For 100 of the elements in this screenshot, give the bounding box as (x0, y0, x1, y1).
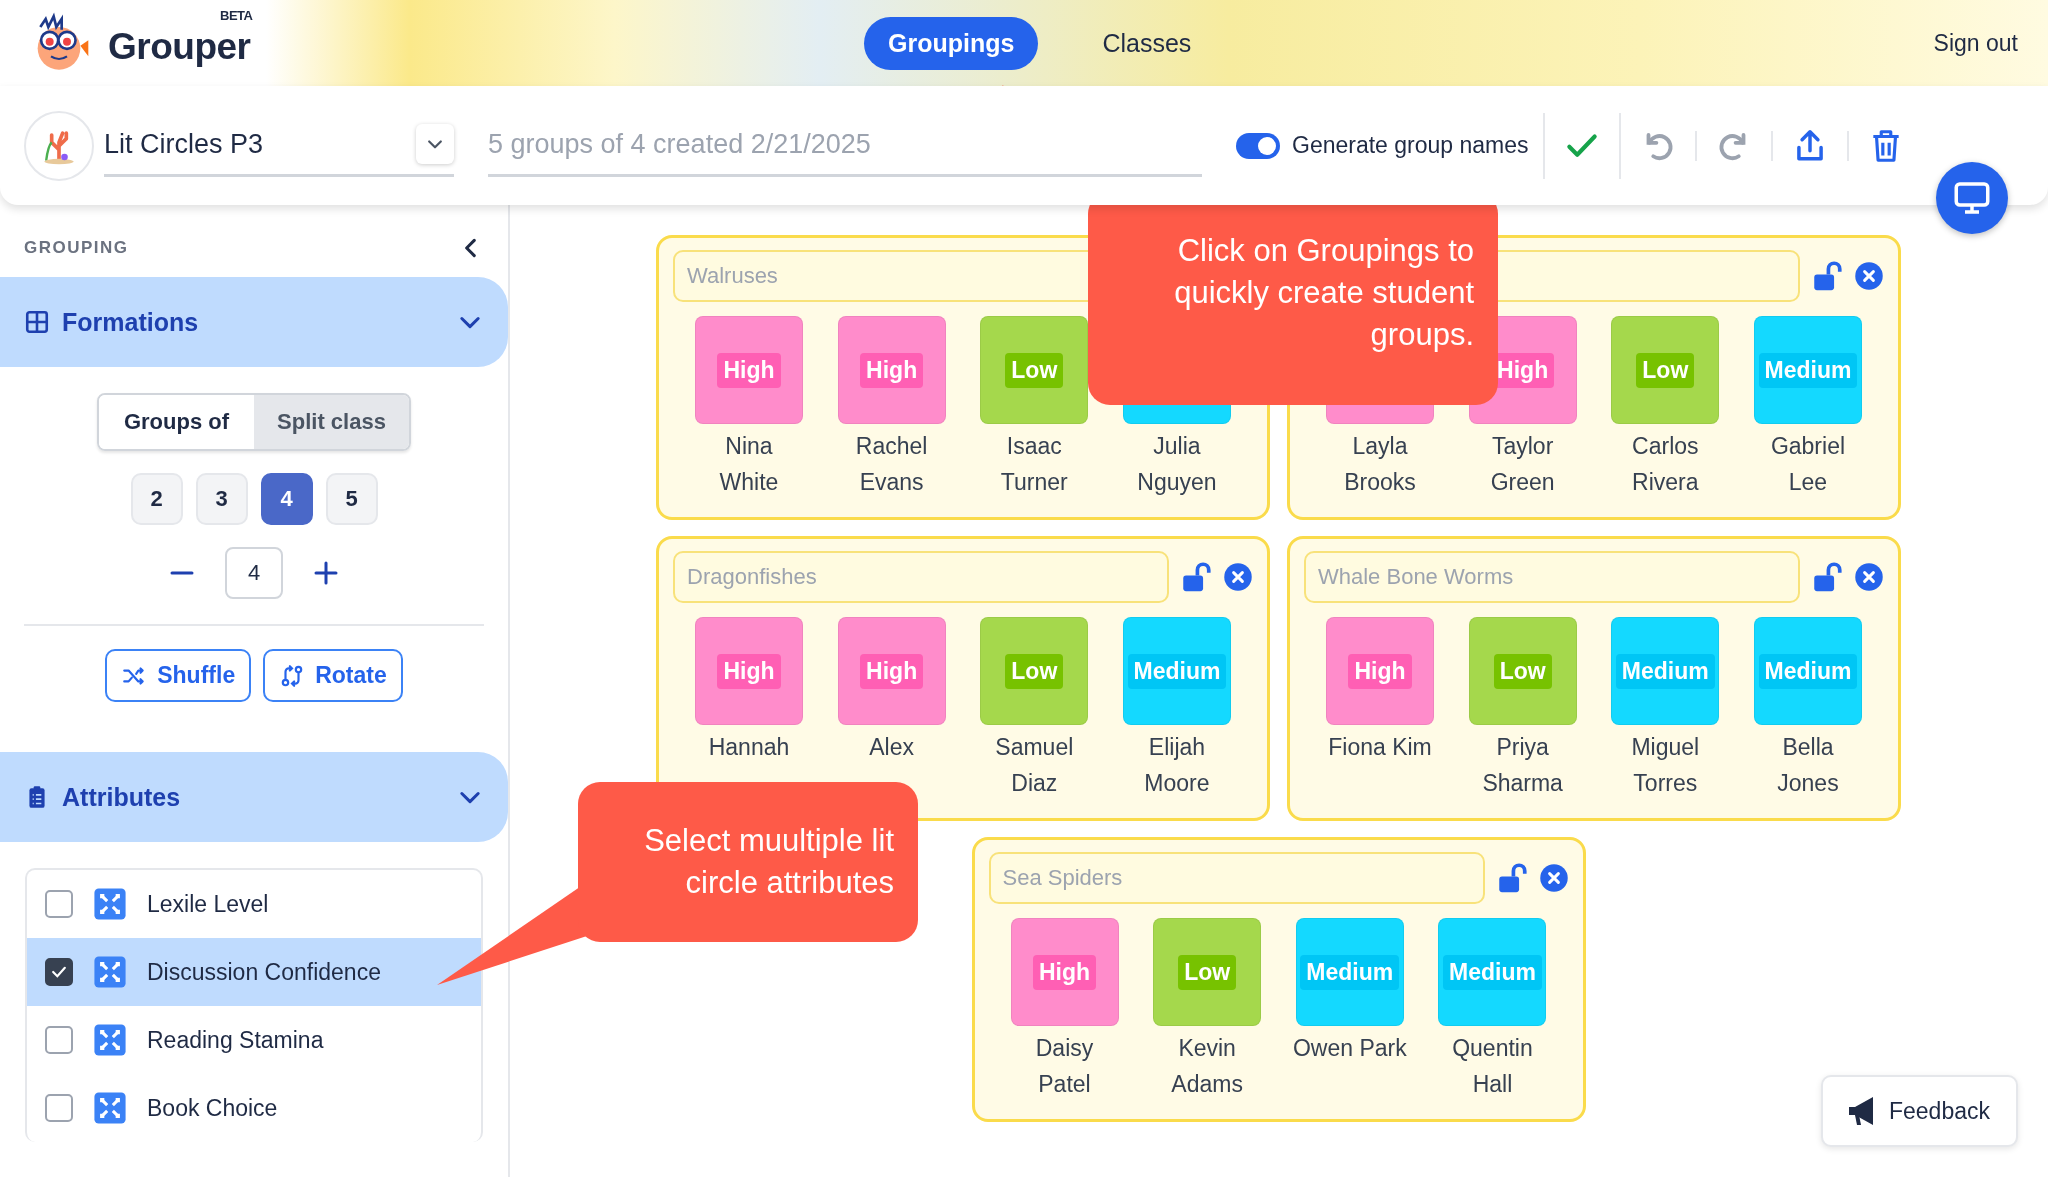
student-avatar[interactable]: Medium (1753, 316, 1862, 424)
attribute-label: Lexile Level (147, 890, 269, 918)
action-button[interactable]: Rotate (263, 649, 403, 702)
student-avatar[interactable]: Low (1611, 316, 1720, 424)
student-name: Isaac (1006, 432, 1062, 461)
close-icon[interactable] (1223, 562, 1253, 592)
level-badge: Low (1636, 352, 1695, 388)
group-name: Sea Spiders (1002, 865, 1123, 891)
toggle-switch[interactable] (1236, 132, 1280, 159)
student-name: Julia (1153, 432, 1201, 461)
student-name: Layla (1352, 432, 1408, 461)
student-avatar[interactable]: Medium (1122, 617, 1231, 725)
student-avatar[interactable]: Medium (1295, 918, 1404, 1026)
student-avatar[interactable]: Medium (1611, 617, 1720, 725)
student-avatar[interactable]: Low (980, 617, 1089, 725)
beta-label: BETA (220, 8, 253, 23)
close-icon[interactable] (1854, 261, 1884, 291)
student-name: Taylor (1491, 432, 1554, 461)
group-name: Whale Bone Worms (1318, 564, 1514, 590)
level-badge: Low (1005, 653, 1064, 689)
group-name-field[interactable]: Dragonfishes (673, 551, 1169, 603)
checkbox[interactable] (45, 958, 73, 986)
level-badge: Medium (1758, 653, 1858, 689)
student-avatar[interactable]: High (695, 617, 803, 725)
level-badge: Medium (1300, 954, 1400, 990)
student-avatar[interactable]: Medium (1753, 617, 1862, 725)
student-name: Fiona Kim (1328, 733, 1432, 762)
level-badge: High (717, 352, 781, 388)
app-name: Grouper (108, 26, 251, 67)
nav-tab[interactable]: Classes (1078, 16, 1216, 70)
student-avatar[interactable]: High (837, 316, 946, 424)
level-badge: High (860, 352, 924, 388)
section-header[interactable]: Attributes (0, 752, 508, 842)
description-field[interactable]: 5 groups of 4 created 2/21/2025 (488, 114, 1202, 177)
level-badge: High (1348, 653, 1412, 689)
attribute-row[interactable]: Book Choice (27, 1074, 481, 1142)
dropdown-button[interactable] (416, 124, 454, 164)
attribute-row[interactable]: Discussion Confidence (27, 938, 481, 1006)
size-button[interactable]: 5 (325, 473, 378, 525)
checkbox[interactable] (45, 1026, 73, 1054)
student-name: White (719, 468, 779, 497)
student-name: Gabriel (1770, 432, 1846, 461)
attribute-row[interactable]: Reading Stamina (27, 1006, 481, 1074)
section-heading: GROUPING (24, 238, 129, 258)
student-avatar[interactable]: Low (980, 316, 1089, 424)
student-name: Miguel (1631, 733, 1700, 762)
student-name: Samuel (995, 733, 1074, 762)
group-name-field[interactable]: Whale Bone Worms (1304, 551, 1800, 603)
size-button[interactable]: 2 (130, 473, 183, 525)
student-name: Priya (1496, 733, 1549, 762)
student-avatar[interactable]: High (837, 617, 946, 725)
student-name: Bella (1782, 733, 1834, 762)
group-name-field[interactable]: Sea Spiders (988, 852, 1485, 904)
student-avatar[interactable]: Medium (1438, 918, 1547, 1026)
size-button[interactable]: 4 (260, 473, 313, 525)
section-header[interactable]: Formations (0, 277, 508, 367)
student-name: Evans (859, 468, 924, 497)
student-avatar[interactable]: Low (1468, 617, 1577, 725)
student-avatar[interactable]: Low (1153, 918, 1262, 1026)
mode-tab[interactable]: Split class (254, 395, 409, 449)
close-icon[interactable] (1538, 863, 1569, 893)
attribute-row[interactable]: Lexile Level (27, 870, 481, 938)
level-badge: Medium (1127, 653, 1227, 689)
close-icon[interactable] (1854, 562, 1884, 592)
count-field[interactable]: 4 (225, 547, 283, 599)
sign-out-link[interactable]: Sign out (1927, 28, 2024, 58)
grouping-name: Lit Circles P3 (104, 128, 264, 160)
callout-tooltip: Select muultiple lit circle attributes (578, 782, 918, 942)
toggle-label: Generate group names (1292, 132, 1529, 159)
student-name: Rivera (1632, 468, 1699, 497)
student-name: Nina (725, 432, 773, 461)
checkbox[interactable] (45, 1094, 73, 1122)
level-badge: High (860, 653, 924, 689)
size-button[interactable]: 3 (195, 473, 248, 525)
mode-tab[interactable]: Groups of (99, 395, 254, 449)
student-avatar[interactable]: High (1010, 918, 1119, 1026)
action-button[interactable]: Shuffle (105, 649, 252, 702)
student-name: Diaz (1011, 769, 1058, 798)
level-badge: Medium (1615, 653, 1715, 689)
checkbox[interactable] (45, 890, 73, 918)
level-badge: Medium (1758, 352, 1858, 388)
student-avatar[interactable]: High (695, 316, 803, 424)
level-badge: High (717, 653, 781, 689)
feedback-button[interactable]: Feedback (1821, 1075, 2018, 1147)
student-name: Sharma (1482, 769, 1563, 798)
student-name: Adams (1171, 1070, 1243, 1099)
student-name: Kevin (1178, 1034, 1236, 1063)
student-name: Quentin (1452, 1034, 1533, 1063)
student-name: Patel (1038, 1070, 1091, 1099)
student-name: Owen Park (1292, 1034, 1407, 1063)
student-name: Green (1490, 468, 1555, 497)
level-badge: Low (1005, 352, 1064, 388)
student-name: Rachel (855, 432, 928, 461)
attribute-label: Book Choice (147, 1094, 278, 1122)
student-name: Nguyen (1137, 468, 1217, 497)
student-avatar[interactable]: High (1326, 617, 1434, 725)
nav-tab[interactable]: Groupings (864, 16, 1039, 70)
student-name: Hall (1472, 1070, 1513, 1099)
student-name: Brooks (1344, 468, 1416, 497)
attribute-label: Discussion Confidence (147, 958, 381, 986)
